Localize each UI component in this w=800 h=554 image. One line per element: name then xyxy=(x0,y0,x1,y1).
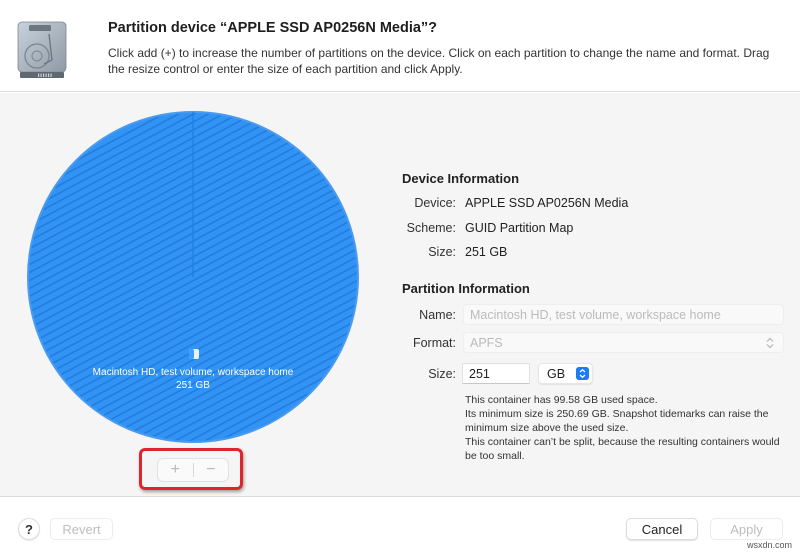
device-label: Device: xyxy=(414,196,456,210)
format-select-value: APFS xyxy=(470,336,503,350)
name-label: Name: xyxy=(419,308,456,322)
size-unit-value: GB xyxy=(547,367,566,381)
partition-information-heading: Partition Information xyxy=(402,281,530,296)
device-size-label: Size: xyxy=(428,245,456,259)
remove-partition-button[interactable]: − xyxy=(194,459,229,481)
dialog-title: Partition device “APPLE SSD AP0256N Medi… xyxy=(108,20,438,36)
partition-panel: Macintosh HD, test volume, workspace hom… xyxy=(0,93,800,497)
watermark-text: wsxdn.com xyxy=(746,540,792,550)
device-value: APPLE SSD AP0256N Media xyxy=(465,196,629,210)
partition-name-label: Macintosh HD, test volume, workspace hom… xyxy=(92,367,294,378)
dialog-header: Partition device “APPLE SSD AP0256N Medi… xyxy=(0,0,800,92)
partition-pie-chart[interactable] xyxy=(24,108,362,446)
up-down-chevron-icon xyxy=(576,367,589,380)
scheme-label: Scheme: xyxy=(406,221,456,235)
add-remove-partition-control: + − xyxy=(157,458,229,482)
note-cannot-split: This container can’t be split, because t… xyxy=(465,436,780,462)
help-button[interactable]: ? xyxy=(18,518,40,540)
revert-button[interactable]: Revert xyxy=(50,518,113,540)
note-used-space: This container has 99.58 GB used space. xyxy=(465,394,658,406)
size-unit-select[interactable]: GB xyxy=(538,363,593,384)
finder-icon xyxy=(189,349,199,359)
up-down-chevron-icon xyxy=(766,337,774,349)
container-note: This container has 99.58 GB used space. … xyxy=(465,393,785,463)
apply-button[interactable]: Apply xyxy=(710,518,783,540)
dialog-description: Click add (+) to increase the number of … xyxy=(108,46,770,76)
format-label: Format: xyxy=(412,336,456,350)
info-panel: Device Information Device: APPLE SSD AP0… xyxy=(402,93,800,497)
partition-size-label: 251 GB xyxy=(176,380,210,391)
partition-size-input[interactable]: 251 xyxy=(462,363,530,384)
partition-name-field[interactable]: Macintosh HD, test volume, workspace hom… xyxy=(463,304,784,325)
add-partition-button[interactable]: + xyxy=(158,459,193,481)
format-select[interactable]: APFS xyxy=(463,332,784,353)
note-minimum-size: Its minimum size is 250.69 GB. Snapshot … xyxy=(465,408,769,434)
cancel-button[interactable]: Cancel xyxy=(626,518,698,540)
scheme-value: GUID Partition Map xyxy=(465,221,574,235)
hard-drive-icon xyxy=(17,21,67,78)
size-label: Size: xyxy=(428,367,456,381)
device-information-heading: Device Information xyxy=(402,171,520,186)
device-size-value: 251 GB xyxy=(465,245,508,259)
